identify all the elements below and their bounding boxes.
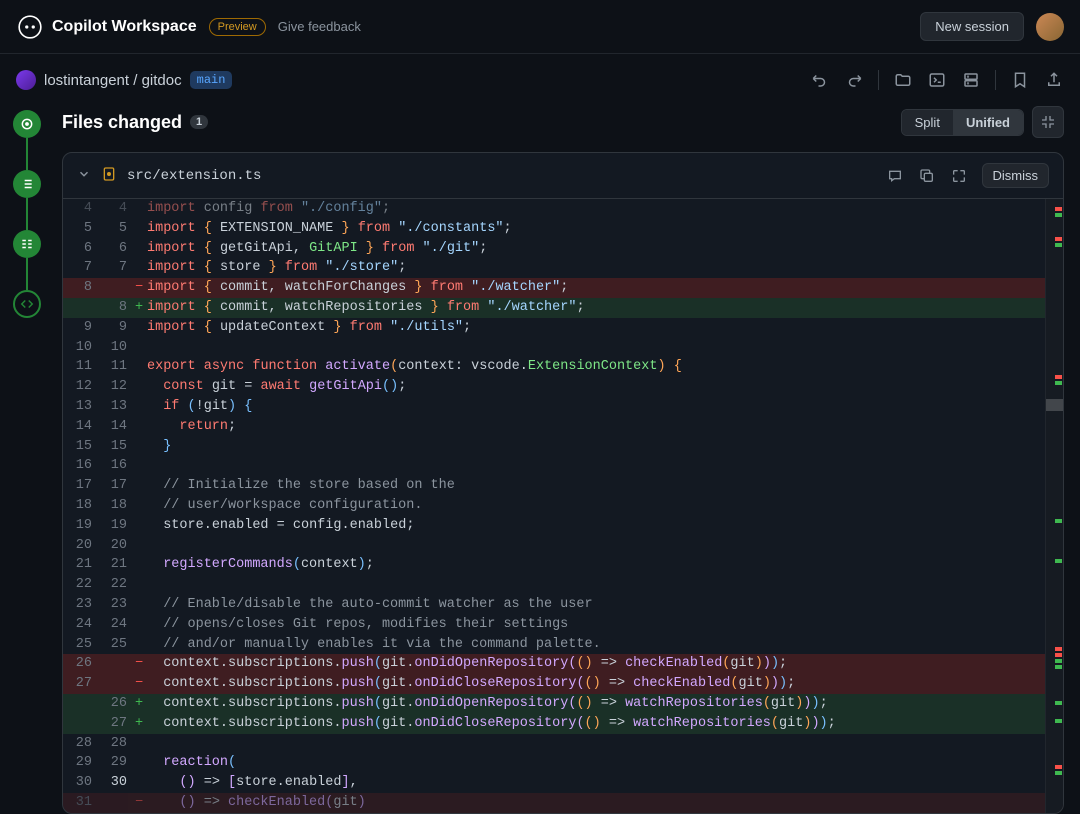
files-header: Files changed 1 Split Unified <box>62 106 1064 138</box>
code-line[interactable]: 27+ context.subscriptions.push(git.onDid… <box>63 714 1063 734</box>
new-session-button[interactable]: New session <box>920 12 1024 41</box>
branch-badge[interactable]: main <box>190 71 233 89</box>
copy-icon[interactable] <box>918 167 936 185</box>
code-line[interactable]: 3030 () => [store.enabled], <box>63 773 1063 793</box>
top-header: Copilot Workspace Preview Give feedback … <box>0 0 1080 54</box>
repo-owner[interactable]: lostintangent <box>44 72 129 89</box>
logo[interactable]: Copilot Workspace <box>16 13 197 41</box>
split-view-button[interactable]: Split <box>902 110 953 135</box>
code-line[interactable]: 26+ context.subscriptions.push(git.onDid… <box>63 694 1063 714</box>
code-line[interactable]: 1414 return; <box>63 417 1063 437</box>
feedback-link[interactable]: Give feedback <box>278 19 361 34</box>
code-line[interactable]: 1010 <box>63 338 1063 358</box>
logo-text: Copilot Workspace <box>52 18 197 36</box>
steps-sidebar <box>0 106 54 814</box>
preview-badge: Preview <box>209 18 266 36</box>
step-code[interactable] <box>13 290 41 318</box>
code-line[interactable]: 1313 if (!git) { <box>63 397 1063 417</box>
code-line[interactable]: 99import { updateContext } from "./utils… <box>63 318 1063 338</box>
code-line[interactable]: 1111export async function activate(conte… <box>63 357 1063 377</box>
step-target[interactable] <box>13 110 41 138</box>
code-line[interactable]: 2424 // opens/closes Git repos, modifies… <box>63 615 1063 635</box>
code-line[interactable]: 2525 // and/or manually enables it via t… <box>63 635 1063 655</box>
code-line[interactable]: 55import { EXTENSION_NAME } from "./cons… <box>63 219 1063 239</box>
terminal-icon[interactable] <box>927 70 947 90</box>
folder-icon[interactable] <box>893 70 913 90</box>
minimap[interactable] <box>1045 199 1063 813</box>
expand-icon[interactable] <box>950 167 968 185</box>
code-line[interactable]: 2020 <box>63 536 1063 556</box>
redo-icon[interactable] <box>844 70 864 90</box>
code-line[interactable]: 2828 <box>63 734 1063 754</box>
repo-path[interactable]: lostintangent / gitdoc <box>44 72 182 89</box>
user-avatar[interactable] <box>1036 13 1064 41</box>
minimap-viewport[interactable] <box>1046 399 1063 411</box>
code-line[interactable]: 1212 const git = await getGitApi(); <box>63 377 1063 397</box>
code-line[interactable]: 1919 store.enabled = config.enabled; <box>63 516 1063 536</box>
unified-view-button[interactable]: Unified <box>953 110 1023 135</box>
repo-name[interactable]: gitdoc <box>142 72 182 89</box>
code-line[interactable]: 26− context.subscriptions.push(git.onDid… <box>63 654 1063 674</box>
repo-bar: lostintangent / gitdoc main <box>0 54 1080 106</box>
undo-icon[interactable] <box>810 70 830 90</box>
chevron-down-icon[interactable] <box>77 167 91 184</box>
code-line[interactable]: 27− context.subscriptions.push(git.onDid… <box>63 674 1063 694</box>
code-line[interactable]: 2929 reaction( <box>63 753 1063 773</box>
copilot-logo-icon <box>16 13 44 41</box>
code-line[interactable]: 1717 // Initialize the store based on th… <box>63 476 1063 496</box>
code-line[interactable]: 77import { store } from "./store"; <box>63 258 1063 278</box>
code-diff[interactable]: 44import config from "./config";55import… <box>63 199 1063 813</box>
dismiss-button[interactable]: Dismiss <box>982 163 1050 188</box>
step-plan[interactable] <box>13 230 41 258</box>
comment-icon[interactable] <box>886 167 904 185</box>
code-line[interactable]: 2121 registerCommands(context); <box>63 555 1063 575</box>
code-line[interactable]: 2222 <box>63 575 1063 595</box>
files-count-badge: 1 <box>190 115 208 129</box>
code-line[interactable]: 66import { getGitApi, GitAPI } from "./g… <box>63 239 1063 259</box>
file-header: src/extension.ts Dismiss <box>63 153 1063 199</box>
code-line[interactable]: 44import config from "./config"; <box>63 199 1063 219</box>
server-icon[interactable] <box>961 70 981 90</box>
files-changed-title: Files changed <box>62 112 182 133</box>
code-line[interactable]: 1818 // user/workspace configuration. <box>63 496 1063 516</box>
repo-avatar-icon <box>16 70 36 90</box>
collapse-icon[interactable] <box>1032 106 1064 138</box>
code-line[interactable]: 2323 // Enable/disable the auto-commit w… <box>63 595 1063 615</box>
file-path[interactable]: src/extension.ts <box>127 168 261 184</box>
file-modified-icon <box>101 166 117 185</box>
step-list[interactable] <box>13 170 41 198</box>
code-line[interactable]: 1515 } <box>63 437 1063 457</box>
code-line[interactable]: 8−import { commit, watchForChanges } fro… <box>63 278 1063 298</box>
view-toggle: Split Unified <box>901 109 1024 136</box>
code-line[interactable]: 8+import { commit, watchRepositories } f… <box>63 298 1063 318</box>
diff-panel: src/extension.ts Dismiss 44import config… <box>62 152 1064 814</box>
code-line[interactable]: 1616 <box>63 456 1063 476</box>
share-icon[interactable] <box>1044 70 1064 90</box>
bookmark-icon[interactable] <box>1010 70 1030 90</box>
